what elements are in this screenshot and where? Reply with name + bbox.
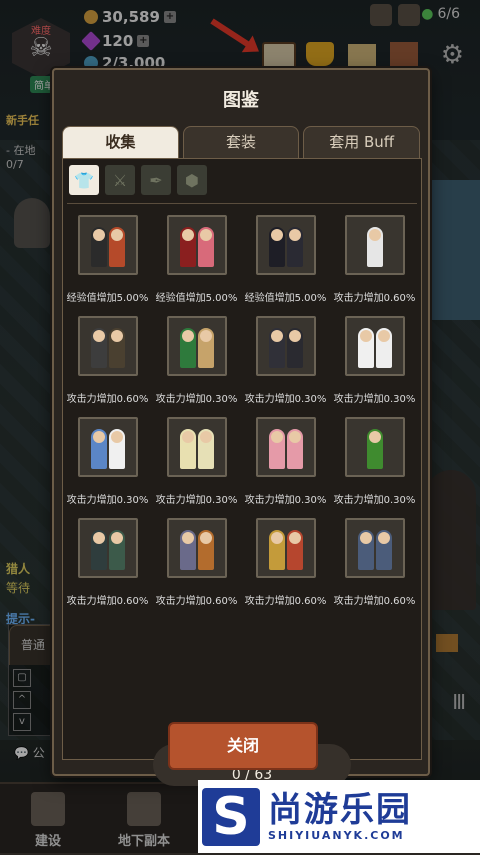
costume-card[interactable]: 经验值增加5.00%	[152, 215, 241, 304]
character-sprite	[90, 429, 107, 469]
watermark-logo: S	[202, 787, 260, 847]
costume-grid: 经验值增加5.00% 经验值增加5.00% 经验值增加5.00% 攻击力增加0.60%…	[63, 215, 421, 607]
costume-buff-caption: 攻击力增加0.30%	[66, 495, 149, 506]
collection-modal: 图鉴 收集 套装 套用 Buff 👕 ⚔ ✒ ⬢ 经验值增加5.00% 经验值增加…	[52, 68, 430, 786]
character-sprite	[108, 328, 125, 368]
character-sprite	[90, 227, 107, 267]
costume-buff-caption: 攻击力增加0.30%	[244, 495, 327, 506]
costume-portrait[interactable]	[166, 417, 227, 477]
character-sprite	[268, 328, 285, 368]
costume-buff-caption: 经验值增加5.00%	[244, 293, 327, 304]
costume-portrait[interactable]	[255, 417, 316, 477]
character-sprite	[286, 429, 303, 469]
character-sprite	[197, 530, 214, 570]
costume-card[interactable]: 经验值增加5.00%	[241, 215, 330, 304]
tab-sets[interactable]: 套装	[182, 126, 300, 158]
character-sprite	[197, 227, 214, 267]
character-sprite	[286, 530, 303, 570]
costume-buff-caption: 攻击力增加0.60%	[244, 596, 327, 607]
costume-buff-caption: 攻击力增加0.60%	[66, 596, 149, 607]
costume-card[interactable]: 攻击力增加0.30%	[330, 316, 419, 405]
costume-portrait[interactable]	[344, 518, 405, 578]
character-sprite	[197, 429, 214, 469]
costume-portrait[interactable]	[255, 215, 316, 275]
costume-buff-caption: 经验值增加5.00%	[155, 293, 238, 304]
hexagon-icon[interactable]: ⬢	[177, 165, 207, 195]
costume-buff-caption: 攻击力增加0.30%	[333, 394, 416, 405]
character-sprite	[286, 227, 303, 267]
site-watermark: S 尚游乐园 SHIYIUANYK.COM	[198, 780, 480, 853]
costume-buff-caption: 攻击力增加0.60%	[333, 596, 416, 607]
costume-card[interactable]: 攻击力增加0.30%	[241, 316, 330, 405]
character-sprite	[268, 227, 285, 267]
tab-apply-buff[interactable]: 套用 Buff	[303, 126, 421, 158]
costume-card[interactable]: 攻击力增加0.30%	[241, 417, 330, 506]
feather-icon[interactable]: ✒	[141, 165, 171, 195]
costume-buff-caption: 攻击力增加0.60%	[66, 394, 149, 405]
costume-buff-caption: 攻击力增加0.30%	[155, 394, 238, 405]
watermark-en: SHIYIUANYK.COM	[268, 829, 405, 842]
costume-portrait[interactable]	[77, 518, 138, 578]
tab-bar: 收集 套装 套用 Buff	[62, 126, 421, 158]
watermark-text: 尚游乐园 SHIYIUANYK.COM	[268, 791, 412, 842]
character-sprite	[108, 429, 125, 469]
costume-portrait[interactable]	[77, 316, 138, 376]
shirt-icon[interactable]: 👕	[69, 165, 99, 195]
costume-portrait[interactable]	[77, 215, 138, 275]
costume-portrait[interactable]	[255, 316, 316, 376]
costume-card[interactable]: 攻击力增加0.30%	[152, 417, 241, 506]
costume-portrait[interactable]	[344, 215, 405, 275]
modal-title: 图鉴	[223, 90, 259, 111]
costume-card[interactable]: 攻击力增加0.30%	[330, 417, 419, 506]
character-sprite	[197, 328, 214, 368]
character-sprite	[108, 530, 125, 570]
character-sprite	[108, 227, 125, 267]
costume-card[interactable]: 攻击力增加0.60%	[330, 215, 419, 304]
costume-buff-caption: 攻击力增加0.60%	[155, 596, 238, 607]
costume-buff-caption: 攻击力增加0.30%	[244, 394, 327, 405]
costume-card[interactable]: 攻击力增加0.30%	[63, 417, 152, 506]
character-sprite	[90, 328, 107, 368]
close-button[interactable]: 关闭	[168, 722, 318, 770]
costume-card[interactable]: 攻击力增加0.60%	[330, 518, 419, 607]
character-sprite	[179, 530, 196, 570]
costume-card[interactable]: 攻击力增加0.30%	[152, 316, 241, 405]
costume-portrait[interactable]	[77, 417, 138, 477]
character-sprite	[179, 429, 196, 469]
character-sprite	[268, 530, 285, 570]
filter-row: 👕 ⚔ ✒ ⬢	[69, 165, 207, 195]
character-sprite	[268, 429, 285, 469]
character-sprite	[375, 530, 392, 570]
costume-card[interactable]: 经验值增加5.00%	[63, 215, 152, 304]
costume-portrait[interactable]	[166, 316, 227, 376]
costume-buff-caption: 攻击力增加0.60%	[333, 293, 416, 304]
character-sprite	[179, 328, 196, 368]
character-sprite	[357, 530, 374, 570]
costume-portrait[interactable]	[166, 518, 227, 578]
character-sprite	[90, 530, 107, 570]
tab-collect[interactable]: 收集	[62, 126, 179, 158]
costume-card[interactable]: 攻击力增加0.60%	[241, 518, 330, 607]
character-sprite	[375, 328, 392, 368]
character-sprite	[179, 227, 196, 267]
character-sprite	[286, 328, 303, 368]
watermark-cn: 尚游乐园	[268, 790, 412, 830]
costume-card[interactable]: 攻击力增加0.60%	[152, 518, 241, 607]
costume-portrait[interactable]	[344, 316, 405, 376]
costume-buff-caption: 攻击力增加0.30%	[155, 495, 238, 506]
character-sprite	[357, 328, 374, 368]
costume-buff-caption: 攻击力增加0.30%	[333, 495, 416, 506]
costume-buff-caption: 经验值增加5.00%	[66, 293, 149, 304]
costume-card[interactable]: 攻击力增加0.60%	[63, 518, 152, 607]
character-sprite	[366, 429, 383, 469]
costume-portrait[interactable]	[166, 215, 227, 275]
costume-portrait[interactable]	[255, 518, 316, 578]
tab-content: 👕 ⚔ ✒ ⬢ 经验值增加5.00% 经验值增加5.00% 经验值增加5.00% 攻击…	[62, 158, 422, 786]
swords-icon[interactable]: ⚔	[105, 165, 135, 195]
costume-portrait[interactable]	[344, 417, 405, 477]
divider	[67, 203, 417, 204]
character-sprite	[366, 227, 383, 267]
costume-card[interactable]: 攻击力增加0.60%	[63, 316, 152, 405]
